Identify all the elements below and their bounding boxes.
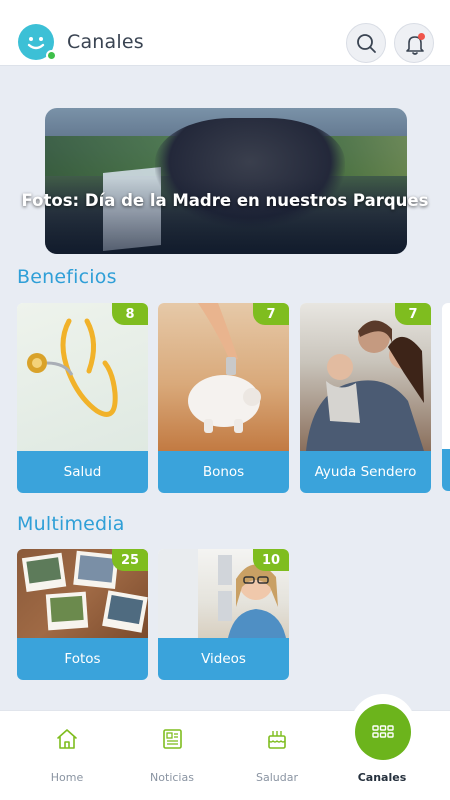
card-label: Ayuda Sendero: [300, 451, 431, 493]
canales-fab-button[interactable]: [355, 704, 411, 760]
card-next-peek[interactable]: [442, 303, 450, 491]
notification-dot: [418, 33, 425, 40]
nav-label: Home: [50, 771, 84, 784]
featured-news-title[interactable]: Fotos: Día de la Madre en nuestros Parqu…: [20, 190, 430, 211]
badge-count: 7: [395, 303, 431, 325]
badge-count: 8: [112, 303, 148, 325]
page-title: Canales: [67, 31, 144, 53]
card-next-peek-bar: [442, 449, 450, 491]
badge-count: 7: [253, 303, 289, 325]
newspaper-icon: [163, 729, 182, 749]
piggy-bank-image: [158, 303, 289, 451]
search-icon: [357, 34, 376, 53]
cake-icon: [268, 731, 286, 749]
card-salud[interactable]: 8 Salud: [17, 303, 148, 493]
card-label: Videos: [158, 638, 289, 680]
card-videos[interactable]: 10 Videos: [158, 549, 289, 680]
section-title-multimedia: Multimedia: [17, 513, 125, 535]
badge-count: 25: [112, 549, 148, 571]
home-icon: [57, 729, 77, 749]
card-bonos[interactable]: 7 Bonos: [158, 303, 289, 493]
featured-news-banner[interactable]: [45, 108, 407, 254]
notifications-button[interactable]: [394, 23, 434, 63]
nav-label: Noticias: [150, 771, 194, 784]
stethoscope-image: [17, 303, 148, 451]
card-label: Fotos: [17, 638, 148, 680]
family-image: [300, 303, 431, 451]
nav-label: Saludar: [256, 771, 298, 784]
search-button[interactable]: [346, 23, 386, 63]
app-header: Canales: [0, 0, 450, 66]
card-label: Bonos: [158, 451, 289, 493]
card-label: Salud: [17, 451, 148, 493]
online-indicator: [46, 50, 57, 61]
nav-item-home[interactable]: Home: [22, 711, 112, 800]
card-fotos[interactable]: 25 Fotos: [17, 549, 148, 680]
nav-label: Canales: [357, 771, 407, 784]
card-ayuda-sendero[interactable]: 7 Ayuda Sendero: [300, 303, 431, 493]
bell-icon: [406, 36, 424, 55]
nav-item-noticias[interactable]: Noticias: [127, 711, 217, 800]
grid-icon: [372, 725, 394, 738]
badge-count: 10: [253, 549, 289, 571]
smiley-logo-icon: [18, 24, 57, 61]
nav-item-saludar[interactable]: Saludar: [232, 711, 322, 800]
section-title-beneficios: Beneficios: [17, 266, 117, 288]
